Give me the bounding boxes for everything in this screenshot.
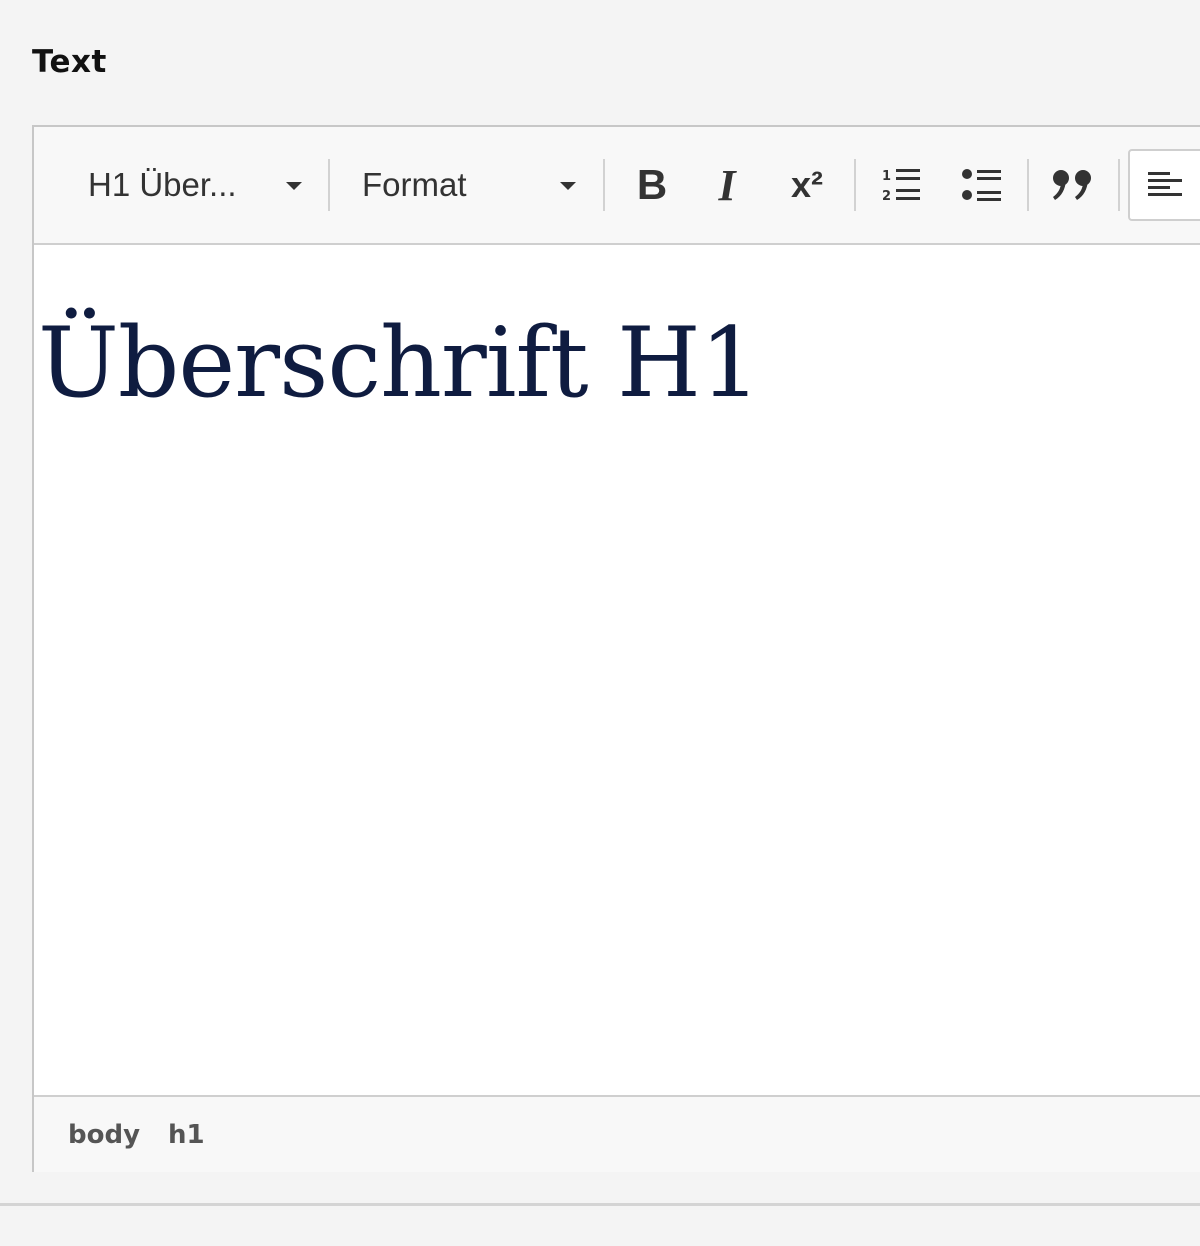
format-combo[interactable]: Format	[362, 127, 582, 243]
align-left-icon	[1148, 172, 1182, 196]
svg-text:1: 1	[882, 169, 891, 184]
bulleted-list-icon	[962, 169, 1001, 201]
superscript-button[interactable]: x²	[779, 157, 835, 213]
field-label: Text	[32, 44, 107, 80]
svg-text:2: 2	[882, 189, 891, 204]
toolbar-separator	[603, 159, 605, 211]
rich-text-editor: H1 Über... Format B I x² 1 2 Überschrift…	[32, 125, 1200, 1172]
toolbar-separator	[328, 159, 330, 211]
element-path-body[interactable]: body	[68, 1120, 140, 1150]
numbered-list-icon: 1 2	[882, 169, 920, 204]
toolbar-separator	[1027, 159, 1029, 211]
bold-button[interactable]: B	[624, 157, 680, 213]
bulleted-list-button[interactable]	[954, 157, 1010, 213]
editor-statusbar: body h1	[34, 1095, 1200, 1172]
chevron-down-icon	[286, 182, 302, 190]
numbered-list-button[interactable]: 1 2	[874, 157, 930, 213]
toolbar-separator	[1118, 159, 1120, 211]
editor-toolbar: H1 Über... Format B I x² 1 2	[34, 127, 1200, 245]
italic-button[interactable]: I	[699, 157, 755, 213]
italic-icon: I	[718, 160, 736, 210]
blockquote-icon	[1053, 170, 1091, 200]
superscript-icon: x²	[790, 164, 823, 205]
chevron-down-icon	[560, 182, 576, 190]
content-heading-h1[interactable]: Überschrift H1	[38, 307, 761, 419]
blockquote-button[interactable]	[1046, 157, 1102, 213]
divider	[0, 1203, 1200, 1206]
format-combo-value: Format	[362, 166, 467, 203]
align-left-button[interactable]	[1128, 149, 1200, 221]
style-combo[interactable]: H1 Über...	[88, 127, 308, 243]
toolbar-separator	[854, 159, 856, 211]
element-path-h1[interactable]: h1	[168, 1120, 205, 1150]
style-combo-value: H1 Über...	[88, 166, 237, 203]
bold-icon: B	[636, 161, 668, 208]
editor-content-area[interactable]: Überschrift H1	[34, 245, 1200, 1095]
